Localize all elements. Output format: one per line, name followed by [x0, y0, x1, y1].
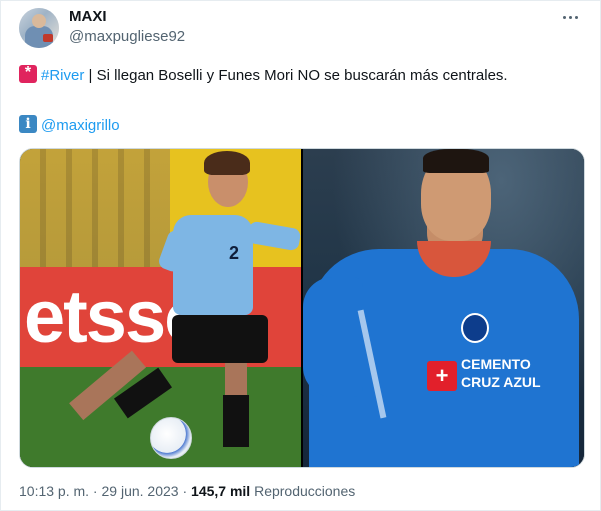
player-jersey: [173, 215, 253, 315]
player-sleeve: [303, 277, 363, 397]
club-crest-icon: [461, 313, 489, 343]
player-hair: [204, 151, 250, 175]
more-dot: [574, 15, 578, 19]
sponsor-text: CEMENTO CRUZ AZUL: [461, 355, 541, 391]
views-count: 145,7 mil: [191, 483, 251, 499]
soccer-ball: [150, 417, 192, 459]
player-shorts: [172, 315, 268, 363]
tweet-meta: 10:13 p. m. · 29 jun. 2023 · 145,7 mil R…: [19, 483, 355, 499]
tweet-date[interactable]: 29 jun. 2023: [102, 483, 179, 499]
tweet-text-line-2: @maxigrillo: [19, 115, 120, 136]
views-label: Reproducciones: [250, 483, 356, 499]
media-grid: etsso 2 + CEMENTO CRUZ AZUL: [19, 148, 585, 468]
player-hair: [423, 149, 489, 173]
avatar-face: [32, 14, 46, 28]
separator: ·: [89, 483, 102, 499]
author-handle[interactable]: @maxpugliese92: [69, 28, 185, 45]
sponsor-line: CRUZ AZUL: [461, 374, 541, 390]
sponsor-line: CEMENTO: [461, 356, 531, 372]
cross-icon: +: [435, 363, 449, 388]
more-dot: [568, 15, 572, 19]
mention-link[interactable]: @maxigrillo: [41, 117, 120, 134]
jersey-number: 2: [229, 243, 240, 263]
tweet-text-line-1: #River | Si llegan Boselli y Funes Mori …: [19, 63, 508, 86]
separator: ·: [178, 483, 192, 499]
more-options-icon[interactable]: [558, 7, 582, 27]
tweet-time[interactable]: 10:13 p. m.: [19, 483, 89, 499]
tweet-card: MAXI @maxpugliese92 #River | Si llegan B…: [0, 0, 601, 511]
information-emoji-icon: [19, 115, 37, 133]
hashtag-link[interactable]: #River: [41, 67, 84, 84]
police-light-emoji-icon: [19, 63, 37, 83]
more-dot: [562, 15, 566, 19]
author-display-name[interactable]: MAXI: [69, 8, 107, 25]
avatar-flag: [43, 34, 53, 42]
avatar[interactable]: [19, 8, 59, 48]
player-sock: [223, 395, 249, 447]
tweet-text: | Si llegan Boselli y Funes Mori NO se b…: [84, 67, 508, 84]
photo-cruz-azul-player[interactable]: + CEMENTO CRUZ AZUL: [303, 149, 584, 467]
photo-uruguay-player[interactable]: etsso 2: [20, 149, 301, 467]
